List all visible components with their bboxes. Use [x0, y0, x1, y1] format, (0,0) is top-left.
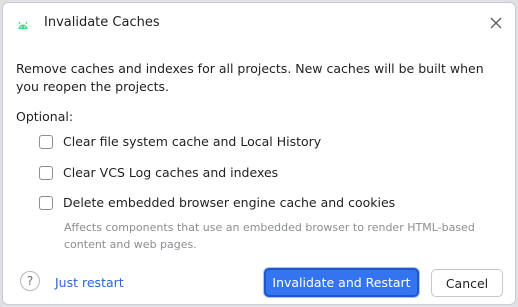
checkbox-delete-browser-cache[interactable] [39, 195, 53, 210]
checkbox-clear-vcs-log-caches[interactable] [39, 165, 53, 180]
optional-label: Optional: [16, 109, 74, 124]
option-label: Clear file system cache and Local Histor… [63, 134, 322, 149]
checkbox-clear-file-system-cache[interactable] [39, 134, 53, 149]
option-delete-browser-cache[interactable]: Delete embedded browser engine cache and… [39, 195, 395, 210]
option-label: Clear VCS Log caches and indexes [63, 165, 279, 180]
help-button[interactable]: ? [20, 271, 40, 291]
help-icon: ? [26, 274, 34, 288]
option-label: Delete embedded browser engine cache and… [63, 195, 396, 210]
invalidate-caches-dialog: Invalidate Caches Remove caches and inde… [2, 2, 516, 305]
just-restart-link[interactable]: Just restart [55, 275, 124, 290]
close-icon [490, 17, 502, 29]
option-clear-file-system-cache[interactable]: Clear file system cache and Local Histor… [39, 134, 321, 149]
cancel-button[interactable]: Cancel [431, 269, 503, 297]
dialog-description: Remove caches and indexes for all projec… [16, 61, 484, 94]
android-icon [17, 16, 29, 29]
option-clear-vcs-log-caches[interactable]: Clear VCS Log caches and indexes [39, 165, 278, 180]
invalidate-and-restart-button[interactable]: Invalidate and Restart [264, 268, 419, 297]
dialog-title: Invalidate Caches [44, 15, 160, 30]
browser-cache-hint: Affects components that use an embedded … [64, 221, 475, 251]
close-button[interactable] [485, 12, 507, 34]
title-bar: Invalidate Caches [3, 3, 515, 43]
